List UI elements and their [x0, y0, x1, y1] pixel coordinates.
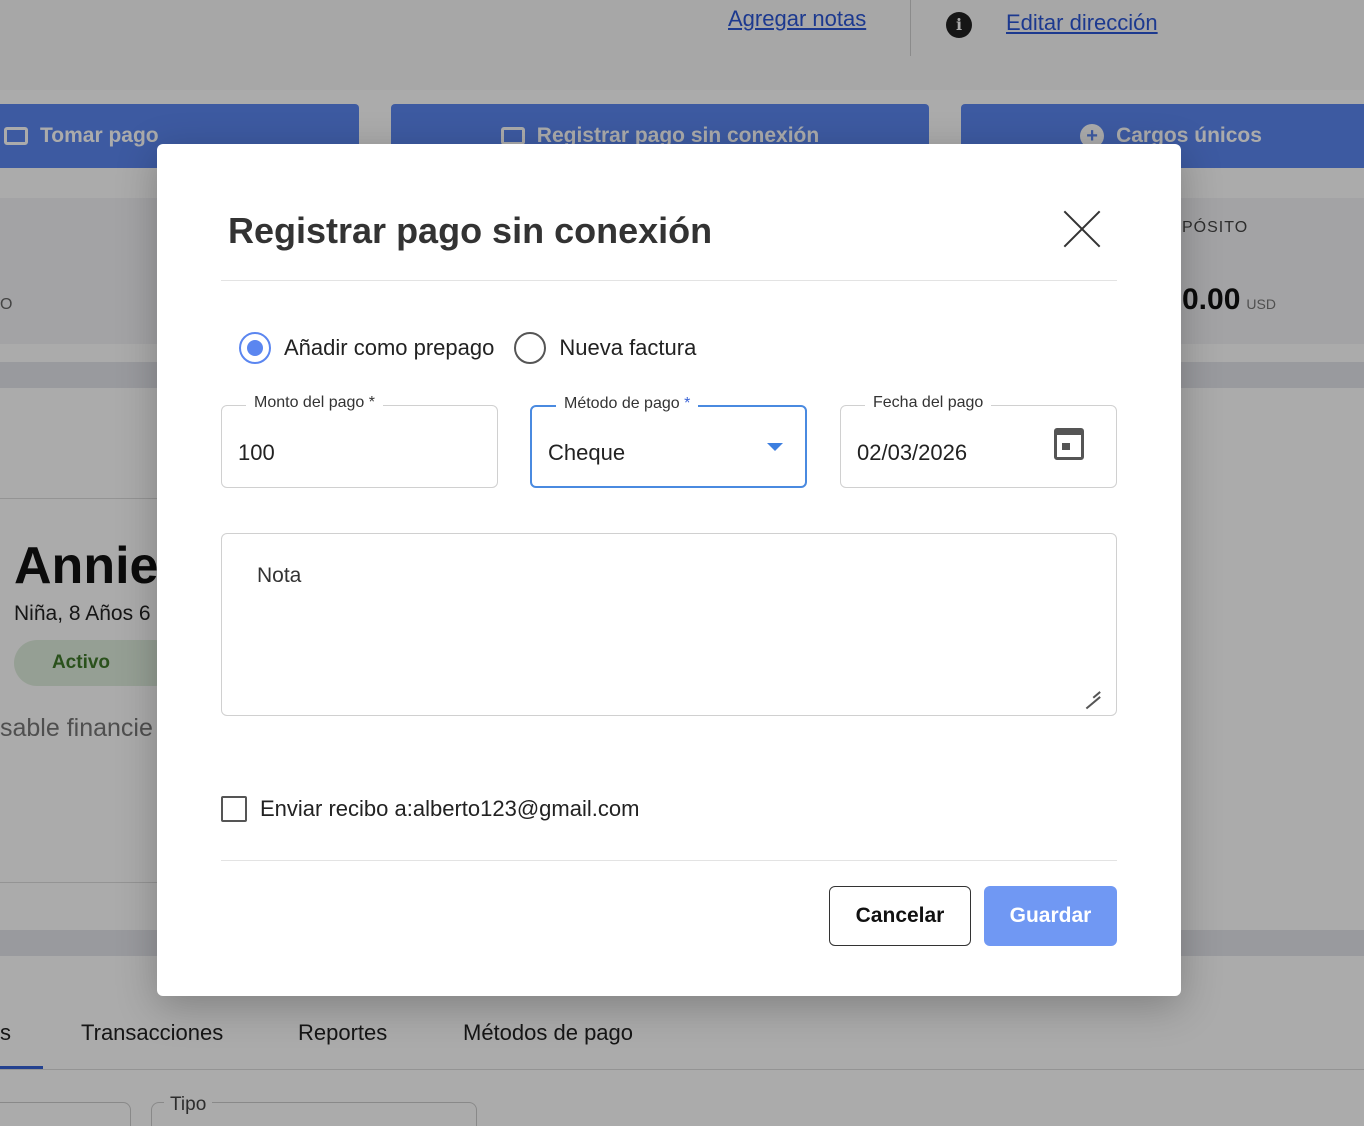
chevron-down-icon[interactable]	[767, 443, 783, 451]
note-textarea[interactable]: Nota	[221, 533, 1117, 716]
new-invoice-radio-label: Nueva factura	[559, 335, 697, 360]
payment-amount-field[interactable]: Monto del pago * 100	[221, 394, 498, 488]
close-icon[interactable]	[1057, 204, 1107, 254]
payment-method-select[interactable]: Método de pago * Cheque	[530, 395, 807, 488]
payment-date-field[interactable]: Fecha del pago 02/03/2026	[840, 394, 1117, 488]
new-invoice-radio[interactable]	[514, 332, 547, 364]
payment-date-label: Fecha del pago	[865, 394, 992, 412]
payment-method-label-text: Método de pago	[564, 395, 680, 412]
required-mark: *	[684, 395, 691, 412]
footer-divider	[221, 860, 1117, 861]
prepay-radio[interactable]	[239, 332, 271, 364]
note-placeholder: Nota	[257, 564, 302, 587]
register-offline-payment-modal: Registrar pago sin conexión Añadir como …	[157, 144, 1181, 996]
send-receipt-label: Enviar recibo a:alberto123@gmail.com	[260, 796, 640, 821]
calendar-icon[interactable]	[1054, 428, 1084, 460]
send-receipt-checkbox[interactable]	[221, 796, 247, 822]
prepay-radio-option[interactable]: Añadir como prepago	[239, 332, 494, 364]
payment-date-input[interactable]: 02/03/2026	[857, 440, 967, 466]
required-mark: *	[368, 394, 375, 411]
payment-method-label: Método de pago *	[556, 395, 699, 413]
cancel-button[interactable]: Cancelar	[829, 886, 971, 946]
payment-method-value: Cheque	[548, 440, 626, 465]
header-divider	[221, 280, 1117, 281]
payment-amount-label: Monto del pago *	[246, 394, 383, 412]
prepay-radio-label: Añadir como prepago	[284, 335, 495, 360]
payment-amount-label-text: Monto del pago	[254, 394, 365, 411]
save-button[interactable]: Guardar	[984, 886, 1117, 946]
resize-handle-icon[interactable]	[1084, 685, 1100, 697]
send-receipt-option[interactable]: Enviar recibo a:alberto123@gmail.com	[221, 796, 639, 822]
new-invoice-radio-option[interactable]: Nueva factura	[514, 332, 696, 364]
payment-type-radio-group: Añadir como prepago Nueva factura	[239, 332, 716, 364]
payment-amount-input[interactable]: 100	[238, 440, 275, 466]
modal-title: Registrar pago sin conexión	[228, 210, 713, 251]
